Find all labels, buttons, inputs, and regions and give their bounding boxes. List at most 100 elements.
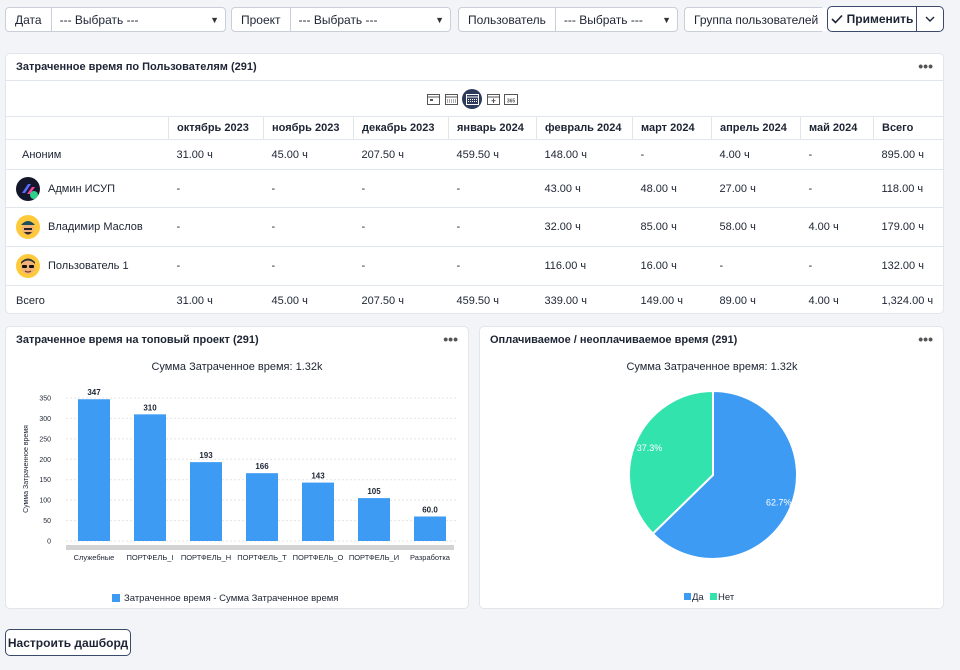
y-tick-label: 150: [39, 477, 51, 484]
table-cell: -: [263, 207, 354, 247]
avatar: [16, 215, 40, 239]
billable-time-card: Оплачиваемое / неоплачиваемое время (291…: [479, 326, 944, 609]
person-avatar-icon: [21, 221, 35, 235]
table-cell: 27.00 ч: [711, 169, 801, 208]
apply-button[interactable]: Применить: [827, 6, 917, 32]
x-tick-label: ПОРТФЕЛЬ_О: [293, 553, 344, 562]
table-cell: -: [263, 246, 354, 286]
legend-label: Нет: [718, 592, 735, 603]
period-view-toolbar: 365: [426, 89, 518, 109]
user-filter[interactable]: Пользователь --- Выбрать --- ▼: [458, 7, 678, 32]
user-filter-value: --- Выбрать ---: [563, 12, 643, 27]
total-label: Всего: [16, 294, 45, 307]
user-filter-select[interactable]: --- Выбрать --- ▼: [556, 8, 677, 31]
project-filter[interactable]: Проект --- Выбрать --- ▼: [231, 7, 451, 32]
y-tick-label: 350: [39, 396, 51, 403]
bar: [414, 516, 446, 541]
chevron-down-icon: [925, 16, 935, 22]
bar-data-label: 143: [311, 472, 325, 481]
column-header: Всего: [873, 116, 943, 140]
table-cell: 32.00 ч: [536, 207, 633, 247]
table-cell: 85.00 ч: [632, 207, 712, 247]
check-icon: [831, 14, 843, 24]
date-filter[interactable]: Дата --- Выбрать --- ▼: [5, 7, 226, 32]
table-cell: -: [800, 169, 874, 208]
avatar: [16, 176, 40, 201]
table-cell: 31.00 ч: [176, 294, 213, 307]
table-cell: 895.00 ч: [873, 139, 943, 170]
table-cell: -: [353, 207, 449, 247]
date-filter-select[interactable]: --- Выбрать --- ▼: [52, 8, 225, 31]
calendar-week-icon[interactable]: [444, 92, 458, 106]
user-name: Владимир Маслов: [48, 221, 143, 233]
table-cell: -: [632, 139, 712, 170]
table-cell: 116.00 ч: [536, 246, 633, 286]
calendar-day-icon[interactable]: [426, 92, 440, 106]
project-filter-select[interactable]: --- Выбрать --- ▼: [291, 8, 450, 31]
legend-label: Да: [692, 592, 704, 603]
y-tick-label: 250: [39, 436, 51, 443]
more-options-icon[interactable]: •••: [918, 58, 933, 74]
table-cell: 1,324.00 ч: [881, 294, 934, 307]
pie-data-label: 62.7%: [766, 498, 792, 508]
column-header: май 2024: [800, 116, 874, 140]
user-name: Аноним: [22, 148, 62, 161]
user-group-filter[interactable]: Группа пользователей: [684, 7, 828, 32]
bar-data-label: 60.0: [422, 505, 438, 514]
x-tick-label: Служебные: [74, 553, 115, 562]
more-options-icon[interactable]: •••: [443, 331, 458, 347]
table-cell: 43.00 ч: [536, 169, 633, 208]
date-filter-label: Дата: [6, 8, 52, 31]
bar: [190, 462, 222, 541]
table-cell: -: [711, 246, 801, 286]
bar: [358, 498, 390, 541]
column-header: февраль 2024: [536, 116, 633, 140]
bar: [302, 482, 334, 541]
x-tick-label: ПОРТФЕЛЬ_И: [349, 553, 399, 562]
user-cell: Пользователь 1: [6, 246, 169, 286]
table-cell: -: [448, 246, 537, 286]
legend-swatch: [710, 593, 717, 600]
calendar-year-icon[interactable]: 365: [504, 92, 518, 106]
table-row: Админ ИСУП - - - - 43.00 ч 48.00 ч 27.00…: [6, 169, 943, 208]
table-cell: 207.50 ч: [361, 294, 404, 307]
table-cell: 58.00 ч: [711, 207, 801, 247]
column-header: октябрь 2023: [168, 116, 264, 140]
y-tick-label: 0: [47, 539, 51, 546]
user-name: Пользователь 1: [48, 260, 129, 272]
table-cell: 132.00 ч: [873, 246, 943, 286]
table-cell: 4.00 ч: [800, 207, 874, 247]
svg-text:365: 365: [507, 99, 516, 105]
table-row: Аноним 31.00 ч 45.00 ч 207.50 ч 459.50 ч…: [6, 139, 943, 170]
table-cell: -: [448, 207, 537, 247]
column-header: март 2024: [632, 116, 712, 140]
table-cell: 4.00 ч: [808, 294, 839, 307]
table-cell: 339.00 ч: [544, 294, 587, 307]
title-divider: [6, 80, 943, 81]
table-cell: 459.50 ч: [448, 139, 537, 170]
column-header: [6, 116, 169, 140]
calendar-month-icon[interactable]: [462, 89, 482, 109]
x-tick-label: ПОРТФЕЛЬ_I: [126, 553, 173, 562]
caret-down-icon: ▼: [210, 14, 219, 25]
x-tick-label: ПОРТФЕЛЬ_Т: [237, 553, 287, 562]
configure-dashboard-button[interactable]: Настроить дашборд: [5, 629, 131, 656]
table-cell: 118.00 ч: [873, 169, 943, 208]
table-cell: -: [800, 246, 874, 286]
y-axis-label: Сумма Затраченное время: [23, 425, 30, 513]
bar-data-label: 193: [199, 451, 213, 460]
calendar-quarter-icon[interactable]: [486, 92, 500, 106]
user-cell: Админ ИСУП: [6, 169, 169, 208]
chart-title: Сумма Затраченное время: 1.32k: [151, 361, 323, 373]
table-cell: 4.00 ч: [711, 139, 801, 170]
pie-chart: Сумма Затраченное время: 1.32k 62.7% 37.3%…: [626, 361, 798, 603]
time-by-users-table: октябрь 2023 ноябрь 2023 декабрь 2023 ян…: [6, 116, 943, 316]
card-title: Оплачиваемое / неоплачиваемое время (291…: [490, 334, 738, 346]
apply-dropdown-button[interactable]: [916, 6, 944, 32]
table-cell: 45.00 ч: [263, 139, 354, 170]
date-filter-value: --- Выбрать ---: [59, 12, 139, 27]
more-options-icon[interactable]: •••: [918, 331, 933, 347]
x-tick-label: Разработка: [410, 553, 451, 562]
user-name: Админ ИСУП: [48, 182, 115, 195]
table-cell: 459.50 ч: [456, 294, 499, 307]
